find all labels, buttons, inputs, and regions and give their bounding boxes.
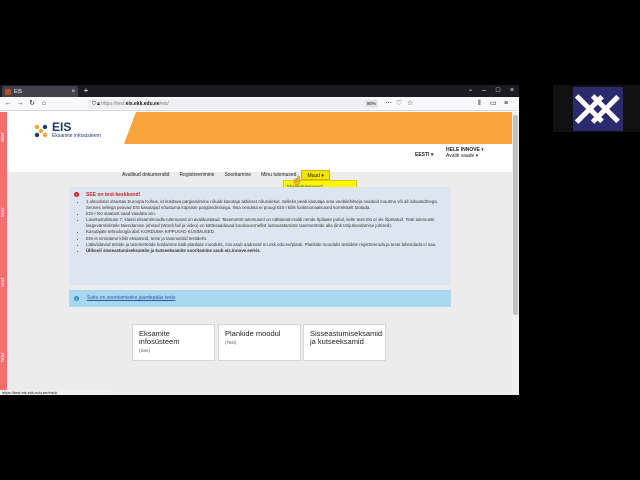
site-logo[interactable]: EIS Eksamite infosüsteem [33, 120, 101, 139]
info-link[interactable]: Suitu on sooritamiseks juurdepääs tests [87, 295, 175, 301]
menu-item-registration[interactable]: Registreerimine [174, 170, 219, 180]
home-icon[interactable]: ⌂ [39, 99, 49, 109]
close-window-icon[interactable]: × [505, 85, 519, 97]
card-exam-info-system[interactable]: Eksamite infosüsteem (See) [132, 324, 215, 361]
webcam-image [573, 87, 623, 131]
test-label: TEST [0, 132, 5, 143]
test-label: TEST [0, 277, 5, 288]
notice-title: SEE on test-keskkond! [86, 192, 141, 198]
forward-icon[interactable]: → [15, 99, 25, 109]
tab-title: EIS [14, 88, 23, 95]
notice-item: Läbiviidavad testide ja tasemetööde kold… [86, 242, 447, 248]
info-banner: i Suitu on sooritamiseks juurdepääs test… [69, 290, 451, 307]
menu-item-taking-tests[interactable]: Sooritamine [219, 170, 256, 180]
card-plank-module[interactable]: Plankide moodul (Test) [218, 324, 301, 361]
tab-bar: EIS × + ⌄ – □ × [0, 85, 519, 97]
card-subtitle: (See) [139, 348, 151, 353]
more-icon[interactable]: ⋯ [385, 99, 392, 109]
url-prefix: https://test. [101, 101, 126, 107]
chevron-down-icon: ▾ [481, 147, 484, 153]
screen: EIS × + ⌄ – □ × ← → ↻ ⌂ ⛉ 🔒︎ https://tes… [0, 0, 640, 480]
test-environment-notice: i SEE on test-keskkond! 1.oktoobrist ots… [69, 187, 451, 285]
favicon-icon [5, 88, 11, 95]
back-icon[interactable]: ← [3, 99, 13, 109]
sidebar-icon[interactable]: ▭ [490, 99, 497, 109]
logo-title: EIS [52, 120, 72, 134]
test-label: TEST [0, 352, 5, 363]
reload-icon[interactable]: ↻ [27, 99, 37, 109]
card-subtitle: (Test) [225, 340, 237, 345]
maximize-icon[interactable]: □ [491, 85, 505, 97]
card-title: Plankide moodul [225, 329, 281, 338]
menu-item-other[interactable]: Muud ▾ [301, 170, 330, 180]
language-label: EESTI [415, 152, 430, 158]
user-view: Avalik vaade [446, 153, 475, 159]
test-label: TEST [0, 207, 5, 218]
status-url: https://test.eis.ekk.edu.ee/eis/# [0, 390, 110, 395]
notice-list: 1.oktoobrist otsustas Euroopa Kohus, et … [81, 199, 447, 254]
navigation-bar: ← → ↻ ⌂ ⛉ 🔒︎ https://test.eis.ekk.edu.ee… [0, 97, 519, 111]
new-tab-button[interactable]: + [81, 85, 91, 97]
chevron-down-icon: ▾ [430, 152, 434, 158]
info-icon: i [74, 296, 79, 301]
tab-list-icon[interactable]: ⌄ [468, 86, 473, 93]
alert-icon: i [74, 192, 79, 197]
scrollbar-thumb[interactable] [513, 115, 518, 315]
bookmark-star-icon[interactable]: ☆ [407, 99, 413, 109]
url-domain: eis.ekk.edu.ee [125, 101, 160, 107]
chevron-down-icon: ▾ [475, 153, 479, 159]
language-selector[interactable]: EESTI ▾ [415, 152, 433, 158]
menu-item-other-label: Muud [307, 173, 320, 179]
mouse-cursor-icon: ☝ [292, 176, 302, 185]
close-tab-icon[interactable]: × [71, 89, 75, 95]
card-title: Eksamite infosüsteem [139, 329, 180, 346]
library-icon[interactable]: ‖ [478, 99, 481, 109]
browser-window: EIS × + ⌄ – □ × ← → ↻ ⌂ ⛉ 🔒︎ https://tes… [0, 85, 519, 395]
web-page: TEST TEST TEST TEST EIS Eksamite infosüs… [0, 112, 512, 395]
browser-tab[interactable]: EIS × [2, 86, 78, 97]
url-path: /eis/ [159, 101, 169, 107]
site-header: EIS Eksamite infosüsteem [7, 112, 512, 172]
test-stripe: TEST TEST TEST TEST [0, 112, 7, 395]
zoom-level[interactable]: 80% [365, 100, 379, 107]
user-menu[interactable]: HELE INNOVE ▾ Avalik vaade ▾ [446, 147, 484, 159]
webcam-overlay [553, 85, 640, 132]
notice-item: Lasekustulistuse 7. klassi eksamimoodle … [86, 217, 447, 229]
logo-icon [34, 124, 48, 137]
menu-item-public-documents[interactable]: Avalikud dokumendid [117, 170, 174, 180]
notice-item: 1.oktoobrist otsustas Euroopa Kohus, et … [86, 199, 447, 211]
card-entrance-exams[interactable]: Sisseastumiseksamid ja kutseeksamid [303, 324, 386, 361]
menu-icon[interactable]: ≡ [504, 99, 508, 109]
address-bar[interactable]: ⛉ 🔒︎ https://test.eis.ekk.edu.ee/eis/ [88, 99, 378, 109]
minimize-icon[interactable]: – [477, 85, 491, 97]
card-title: Sisseastumiseksamid ja kutseeksamid [310, 329, 383, 346]
hashtag-logo-icon [574, 94, 620, 124]
logo-subtitle: Eksamite infosüsteem [52, 133, 101, 139]
pocket-icon[interactable]: ♡ [396, 99, 402, 109]
header-accent-band [124, 112, 512, 144]
chevron-down-icon: ▾ [321, 173, 324, 179]
notice-item: Ülikooli sisseastumiseksamite ja kutseek… [86, 248, 447, 254]
